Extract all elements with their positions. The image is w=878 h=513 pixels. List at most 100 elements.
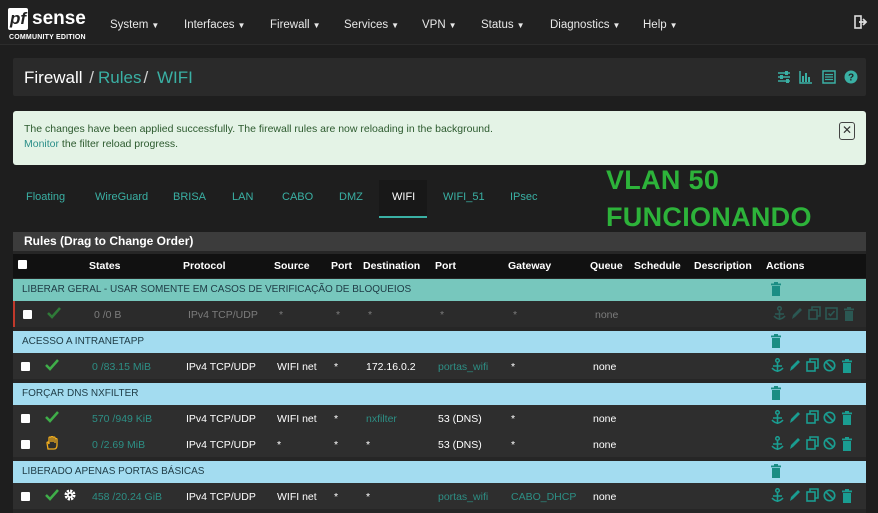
anchor-icon[interactable] xyxy=(771,409,784,425)
destination-value[interactable]: nxfilter xyxy=(366,413,397,425)
row-checkbox[interactable] xyxy=(21,362,30,371)
monitor-link[interactable]: Monitor xyxy=(24,138,59,150)
source-port-value: * xyxy=(334,439,339,451)
copy-icon[interactable] xyxy=(806,488,819,503)
nav-interfaces[interactable]: Interfaces ▼ xyxy=(184,0,245,45)
disable-icon[interactable] xyxy=(823,488,836,503)
nav-firewall[interactable]: Firewall ▼ xyxy=(270,0,321,45)
states-value[interactable]: 0 /0 B xyxy=(94,309,121,321)
gateway-value[interactable]: CABO_DHCP xyxy=(511,491,576,503)
pass-icon[interactable] xyxy=(45,410,59,424)
nav-label: Status xyxy=(481,19,514,31)
pfsense-logo[interactable]: pf sense COMMUNITY EDITION xyxy=(8,8,90,42)
caret-down-icon: ▼ xyxy=(151,21,160,30)
tab-dmz[interactable]: DMZ xyxy=(339,191,363,203)
logout-icon[interactable] xyxy=(854,15,868,29)
anchor-icon[interactable] xyxy=(771,435,784,451)
pass-icon[interactable] xyxy=(45,488,59,502)
header-source: Source xyxy=(274,260,310,272)
trash-icon[interactable] xyxy=(770,334,782,348)
table-row[interactable]: 0 /83.15 MiB IPv4 TCP/UDP WIFI net * 172… xyxy=(13,353,866,379)
row-checkbox[interactable] xyxy=(23,310,32,319)
close-icon[interactable]: ✕ xyxy=(839,122,855,140)
pass-icon[interactable] xyxy=(45,358,59,372)
table-row[interactable]: 0 /2.69 MiB IPv4 TCP/UDP * * * 53 (DNS) … xyxy=(13,431,866,457)
edit-icon[interactable] xyxy=(790,306,803,321)
copy-icon[interactable] xyxy=(806,436,819,451)
tab-lan[interactable]: LAN xyxy=(232,191,253,203)
dest-port-value[interactable]: portas_wifi xyxy=(438,361,488,373)
trash-icon[interactable] xyxy=(770,282,782,296)
nav-vpn[interactable]: VPN ▼ xyxy=(422,0,457,45)
tab-cabo[interactable]: CABO xyxy=(282,191,313,203)
trash-icon[interactable] xyxy=(770,464,782,478)
trash-icon[interactable] xyxy=(843,307,855,321)
copy-icon[interactable] xyxy=(806,410,819,425)
tab-ipsec[interactable]: IPsec xyxy=(510,191,538,203)
nav-status[interactable]: Status ▼ xyxy=(481,0,525,45)
alert-message: The changes have been applied successful… xyxy=(24,123,493,135)
nav-services[interactable]: Services ▼ xyxy=(344,0,399,45)
states-value[interactable]: 458 /20.24 GiB xyxy=(92,491,162,503)
copy-icon[interactable] xyxy=(808,306,821,321)
row-checkbox[interactable] xyxy=(21,492,30,501)
anchor-icon[interactable] xyxy=(773,305,786,321)
source-value: * xyxy=(277,439,282,451)
destination-value: 172.16.0.2 xyxy=(366,361,416,373)
breadcrumb-rules[interactable]: Rules / xyxy=(98,68,152,88)
tab-wireguard[interactable]: WireGuard xyxy=(95,191,148,203)
help-icon[interactable]: ? xyxy=(844,70,858,84)
table-row[interactable]: 570 /949 KiB IPv4 TCP/UDP WIFI net * nxf… xyxy=(13,405,866,431)
caret-down-icon: ▼ xyxy=(516,21,525,30)
hand-icon[interactable] xyxy=(45,436,59,450)
tab-wifi[interactable]: WIFI xyxy=(392,191,415,203)
row-checkbox[interactable] xyxy=(21,440,30,449)
alert-link-line: Monitor the filter reload progress. xyxy=(24,138,178,150)
states-value[interactable]: 0 /83.15 MiB xyxy=(92,361,151,373)
states-value[interactable]: 570 /949 KiB xyxy=(92,413,152,425)
edit-icon[interactable] xyxy=(788,358,801,373)
breadcrumb-separator: / xyxy=(84,68,95,87)
trash-icon[interactable] xyxy=(770,386,782,400)
nav-label: Help xyxy=(643,19,667,31)
sliders-icon[interactable] xyxy=(777,70,791,84)
breadcrumb-bar: Firewall / Rules / WIFI ? xyxy=(13,58,866,96)
tab-floating[interactable]: Floating xyxy=(26,191,65,203)
nav-diagnostics[interactable]: Diagnostics ▼ xyxy=(550,0,620,45)
nav-label: Diagnostics xyxy=(550,19,610,31)
trash-icon[interactable] xyxy=(841,359,853,373)
separator-row: LIBERAR GERAL - USAR SOMENTE EM CASOS DE… xyxy=(13,279,866,301)
edit-icon[interactable] xyxy=(788,488,801,503)
edit-icon[interactable] xyxy=(788,436,801,451)
dest-port-value[interactable]: portas_wifi xyxy=(438,491,488,503)
table-row[interactable]: 458 /20.24 GiB IPv4 TCP/UDP WIFI net * *… xyxy=(13,483,866,509)
trash-icon[interactable] xyxy=(841,437,853,451)
copy-icon[interactable] xyxy=(806,358,819,373)
disable-icon[interactable] xyxy=(823,410,836,425)
anchor-icon[interactable] xyxy=(771,357,784,373)
enable-icon[interactable] xyxy=(825,306,839,321)
states-value[interactable]: 0 /2.69 MiB xyxy=(92,439,145,451)
tab-brisa[interactable]: BRISA xyxy=(173,191,206,203)
tab-wifi-51[interactable]: WIFI_51 xyxy=(443,191,485,203)
bar-chart-icon[interactable] xyxy=(799,70,813,84)
gear-icon[interactable] xyxy=(63,488,77,502)
list-icon[interactable] xyxy=(821,70,836,84)
select-all-checkbox[interactable] xyxy=(18,260,27,269)
edit-icon[interactable] xyxy=(788,410,801,425)
breadcrumb-label: Firewall xyxy=(24,68,83,87)
row-checkbox[interactable] xyxy=(21,414,30,423)
anchor-icon[interactable] xyxy=(771,487,784,503)
header-source-port: Port xyxy=(331,260,352,272)
disable-icon[interactable] xyxy=(823,358,836,373)
breadcrumb-wifi[interactable]: WIFI xyxy=(157,68,193,88)
trash-icon[interactable] xyxy=(841,411,853,425)
trash-icon[interactable] xyxy=(841,489,853,503)
table-row[interactable]: 0 /0 B IPv4 TCP/UDP * * * * * none xyxy=(13,301,866,327)
breadcrumb-firewall: Firewall / xyxy=(24,68,98,88)
pass-icon[interactable] xyxy=(47,306,61,320)
disable-icon[interactable] xyxy=(823,436,836,451)
nav-help[interactable]: Help ▼ xyxy=(643,0,678,45)
header-dest-port: Port xyxy=(435,260,456,272)
nav-system[interactable]: System ▼ xyxy=(110,0,159,45)
